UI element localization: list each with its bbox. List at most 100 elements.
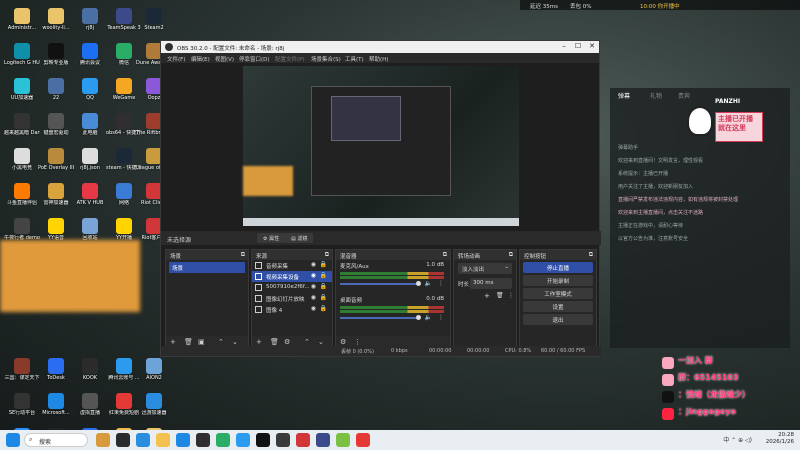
move-down-icon[interactable]: ⌄: [232, 338, 238, 346]
desktop-icon[interactable]: 雷神加速器: [38, 181, 74, 219]
source-item[interactable]: 音频采集 ◉ 🔒: [252, 260, 332, 271]
app-icon[interactable]: [356, 433, 370, 447]
desktop-icon[interactable]: 此电脑: [72, 111, 108, 149]
desktop-icon[interactable]: QQ: [72, 76, 108, 114]
desktop-icon[interactable]: rj8j: [72, 6, 108, 44]
filter-icon[interactable]: ▣: [198, 338, 205, 346]
move-down-icon[interactable]: ⌄: [318, 338, 324, 346]
exit-button[interactable]: 退出: [523, 314, 593, 325]
file-explorer-icon[interactable]: [156, 433, 170, 447]
store-icon[interactable]: [176, 433, 190, 447]
lock-icon[interactable]: 🔒: [320, 272, 327, 279]
eye-icon[interactable]: ◉: [311, 283, 316, 290]
menu-help[interactable]: 帮助(H): [369, 55, 388, 63]
source-item[interactable]: 视频采集设备 ◉ 🔒: [252, 271, 332, 282]
transition-select[interactable]: 淡入淡出 ⌄: [458, 263, 512, 274]
volume-knob[interactable]: [416, 281, 421, 286]
desktop-icon[interactable]: 22: [38, 76, 74, 114]
eye-icon[interactable]: ◉: [311, 305, 316, 312]
speaker-icon[interactable]: 🔈: [425, 314, 432, 321]
desktop-icon[interactable]: AION2: [136, 356, 172, 394]
menu-scene-collection[interactable]: 场景集合(S): [311, 55, 341, 63]
duration-input[interactable]: 300 ms: [470, 278, 512, 289]
desktop-icon[interactable]: PoE Overlay III Standal...: [38, 146, 74, 184]
gear-icon[interactable]: ⚙: [284, 338, 290, 346]
desktop-icon[interactable]: 小黑电竞: [4, 146, 40, 184]
dock-float-icon[interactable]: ⧉: [589, 251, 593, 259]
menu-file[interactable]: 文件(F): [167, 55, 185, 63]
app-icon[interactable]: [96, 433, 110, 447]
search-input[interactable]: ⌕ 搜索: [24, 433, 88, 447]
desktop-icon[interactable]: Logitech G HUB: [4, 41, 40, 79]
studio-mode-button[interactable]: 工作室模式: [523, 288, 593, 299]
eye-icon[interactable]: ◉: [311, 294, 316, 301]
app-icon[interactable]: [256, 433, 270, 447]
dock-float-icon[interactable]: ⧉: [325, 251, 329, 259]
app-icon[interactable]: [276, 433, 290, 447]
source-item[interactable]: 图像幻灯片放映 ◉ 🔒: [252, 293, 332, 304]
volume-slider[interactable]: [340, 283, 420, 285]
chat-tab-danmaku[interactable]: 弹幕: [618, 91, 630, 100]
desktop-icon[interactable]: Steam2: [136, 6, 172, 44]
desktop-icon[interactable]: Microsoft...: [38, 391, 74, 429]
more-icon[interactable]: ⋮: [508, 292, 514, 299]
desktop-icon[interactable]: SE行动平台: [4, 391, 40, 429]
filters-button[interactable]: ▤ 滤镜: [285, 233, 314, 243]
edge-icon[interactable]: [136, 433, 150, 447]
start-icon[interactable]: [6, 433, 20, 447]
desktop-icon[interactable]: 腾讯会议: [72, 41, 108, 79]
wechat-icon[interactable]: [216, 433, 230, 447]
qq-icon[interactable]: [236, 433, 250, 447]
desktop-icon[interactable]: 越来越黑暗 Dark an...: [4, 111, 40, 149]
app-icon[interactable]: [296, 433, 310, 447]
lock-icon[interactable]: 🔒: [320, 294, 327, 301]
menu-tools[interactable]: 工具(T): [345, 55, 364, 63]
desktop-icon[interactable]: KOOK: [72, 356, 108, 394]
desktop-icon[interactable]: 虚拟直播: [72, 391, 108, 429]
app-icon[interactable]: [336, 433, 350, 447]
maximize-icon[interactable]: ☐: [573, 42, 583, 50]
scene-item[interactable]: 场景: [169, 262, 245, 273]
system-tray-icons[interactable]: 中 ⌃ ⊕ ◁): [723, 435, 752, 444]
desktop-icon[interactable]: ATK V HUB: [72, 181, 108, 219]
speaker-icon[interactable]: 🔈: [425, 280, 432, 287]
move-up-icon[interactable]: ⌃: [218, 338, 224, 346]
preview-canvas[interactable]: [243, 66, 519, 226]
start-recording-button[interactable]: 开始录制: [523, 275, 593, 286]
close-icon[interactable]: ✕: [587, 42, 597, 50]
desktop-icon[interactable]: 三国：谋定天下: [4, 356, 40, 394]
lock-icon[interactable]: 🔒: [320, 305, 327, 312]
trash-icon[interactable]: 🗑: [496, 292, 504, 299]
trash-icon[interactable]: 🗑: [184, 338, 193, 346]
source-item[interactable]: 图像 4 ◉ 🔒: [252, 304, 332, 315]
trash-icon[interactable]: 🗑: [270, 338, 279, 346]
more-icon[interactable]: ⋮: [438, 280, 444, 287]
dock-float-icon[interactable]: ⧉: [509, 251, 513, 259]
menu-profile[interactable]: 配置文件(P): [275, 55, 305, 63]
volume-knob[interactable]: [416, 315, 421, 320]
menu-docks[interactable]: 停靠窗口(D): [239, 55, 270, 63]
obs-icon[interactable]: [196, 433, 210, 447]
eye-icon[interactable]: ◉: [311, 272, 316, 279]
add-icon[interactable]: +: [484, 292, 490, 300]
lock-icon[interactable]: 🔒: [320, 283, 327, 290]
desktop-icon[interactable]: ToDesk: [38, 356, 74, 394]
lock-icon[interactable]: 🔒: [320, 261, 327, 268]
eye-icon[interactable]: ◉: [311, 261, 316, 268]
clock[interactable]: 20:28 2026/1/26: [766, 432, 794, 446]
more-icon[interactable]: ⋮: [438, 314, 444, 321]
advanced-audio-icon[interactable]: ⚙: [340, 338, 346, 346]
app-icon[interactable]: [116, 433, 130, 447]
minimize-icon[interactable]: –: [559, 42, 569, 50]
menu-edit[interactable]: 编辑(E): [191, 55, 210, 63]
add-icon[interactable]: +: [256, 338, 262, 346]
chat-tab-gifts[interactable]: 礼物: [650, 91, 662, 100]
app-icon[interactable]: [316, 433, 330, 447]
desktop-icon[interactable]: 斗鱼直播伴侣: [4, 181, 40, 219]
dock-float-icon[interactable]: ⧉: [241, 251, 245, 259]
desktop-icon[interactable]: Administr...: [4, 6, 40, 44]
menu-view[interactable]: 视图(V): [215, 55, 234, 63]
desktop-icon[interactable]: 键盘宏驱动: [38, 111, 74, 149]
stop-streaming-button[interactable]: 停止直播: [523, 262, 593, 273]
desktop-icon[interactable]: 剪映专业版: [38, 41, 74, 79]
